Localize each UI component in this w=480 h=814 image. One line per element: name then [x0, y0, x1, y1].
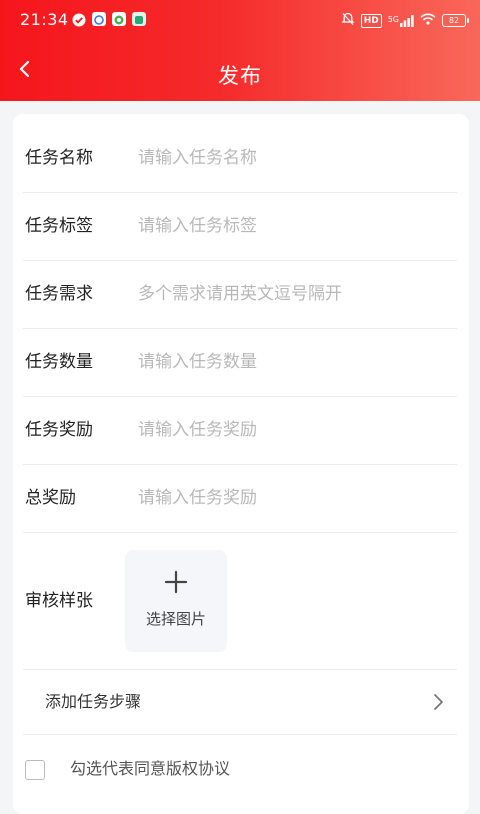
task-quantity-label: 任务数量 [25, 352, 93, 372]
task-name-label: 任务名称 [25, 148, 93, 168]
wifi-icon [420, 13, 436, 28]
app-notification-icon [112, 12, 126, 26]
total-reward-row: 总奖励 [23, 464, 457, 533]
status-indicators: HD 5G 82 [341, 12, 469, 29]
status-bar: 21:34 HD 5G 82 [0, 10, 480, 32]
task-requirements-label: 任务需求 [25, 284, 93, 304]
task-reward-row: 任务奖励 [23, 396, 457, 465]
bell-off-icon [341, 12, 355, 29]
status-time: 21:34 [20, 10, 69, 29]
total-reward-input[interactable] [138, 482, 438, 514]
hd-badge: HD [360, 13, 382, 28]
select-image-label: 选择图片 [145, 610, 206, 628]
network-label: 5G [387, 14, 399, 24]
task-tags-row: 任务标签 [23, 192, 457, 261]
add-task-steps-label: 添加任务步骤 [45, 692, 142, 711]
check-circle-icon [72, 12, 86, 27]
task-requirements-input[interactable] [138, 278, 438, 310]
task-reward-label: 任务奖励 [25, 420, 93, 440]
top-app-bar: 21:34 HD 5G 82 发布 [0, 0, 480, 101]
plus-icon [164, 570, 188, 594]
task-name-row: 任务名称 [23, 124, 457, 193]
agreement-row: 勾选代表同意版权协议 [23, 734, 457, 804]
publish-form-card: 任务名称 任务标签 任务需求 任务数量 任务奖励 总奖励 审核样张 选择图片 添… [13, 114, 469, 814]
page-title: 发布 [218, 64, 262, 88]
add-task-steps-row[interactable]: 添加任务步骤 [23, 669, 457, 735]
agreement-checkbox[interactable] [25, 760, 45, 780]
task-quantity-row: 任务数量 [23, 328, 457, 397]
task-tags-input[interactable] [138, 210, 438, 242]
agreement-label[interactable]: 勾选代表同意版权协议 [70, 734, 230, 804]
signal-icon: 5G [387, 14, 414, 27]
app-notification-icon [132, 12, 146, 26]
sample-image-row: 审核样张 选择图片 [23, 534, 457, 670]
task-quantity-input[interactable] [138, 346, 438, 378]
task-reward-input[interactable] [138, 414, 438, 446]
app-notification-icon [92, 12, 106, 26]
total-reward-label: 总奖励 [25, 488, 76, 508]
task-name-input[interactable] [138, 142, 438, 174]
sample-image-label: 审核样张 [25, 591, 93, 611]
task-requirements-row: 任务需求 [23, 260, 457, 329]
select-image-button[interactable]: 选择图片 [125, 550, 227, 652]
task-tags-label: 任务标签 [25, 216, 93, 236]
chevron-right-icon [434, 694, 443, 710]
battery-icon: 82 [442, 14, 469, 27]
